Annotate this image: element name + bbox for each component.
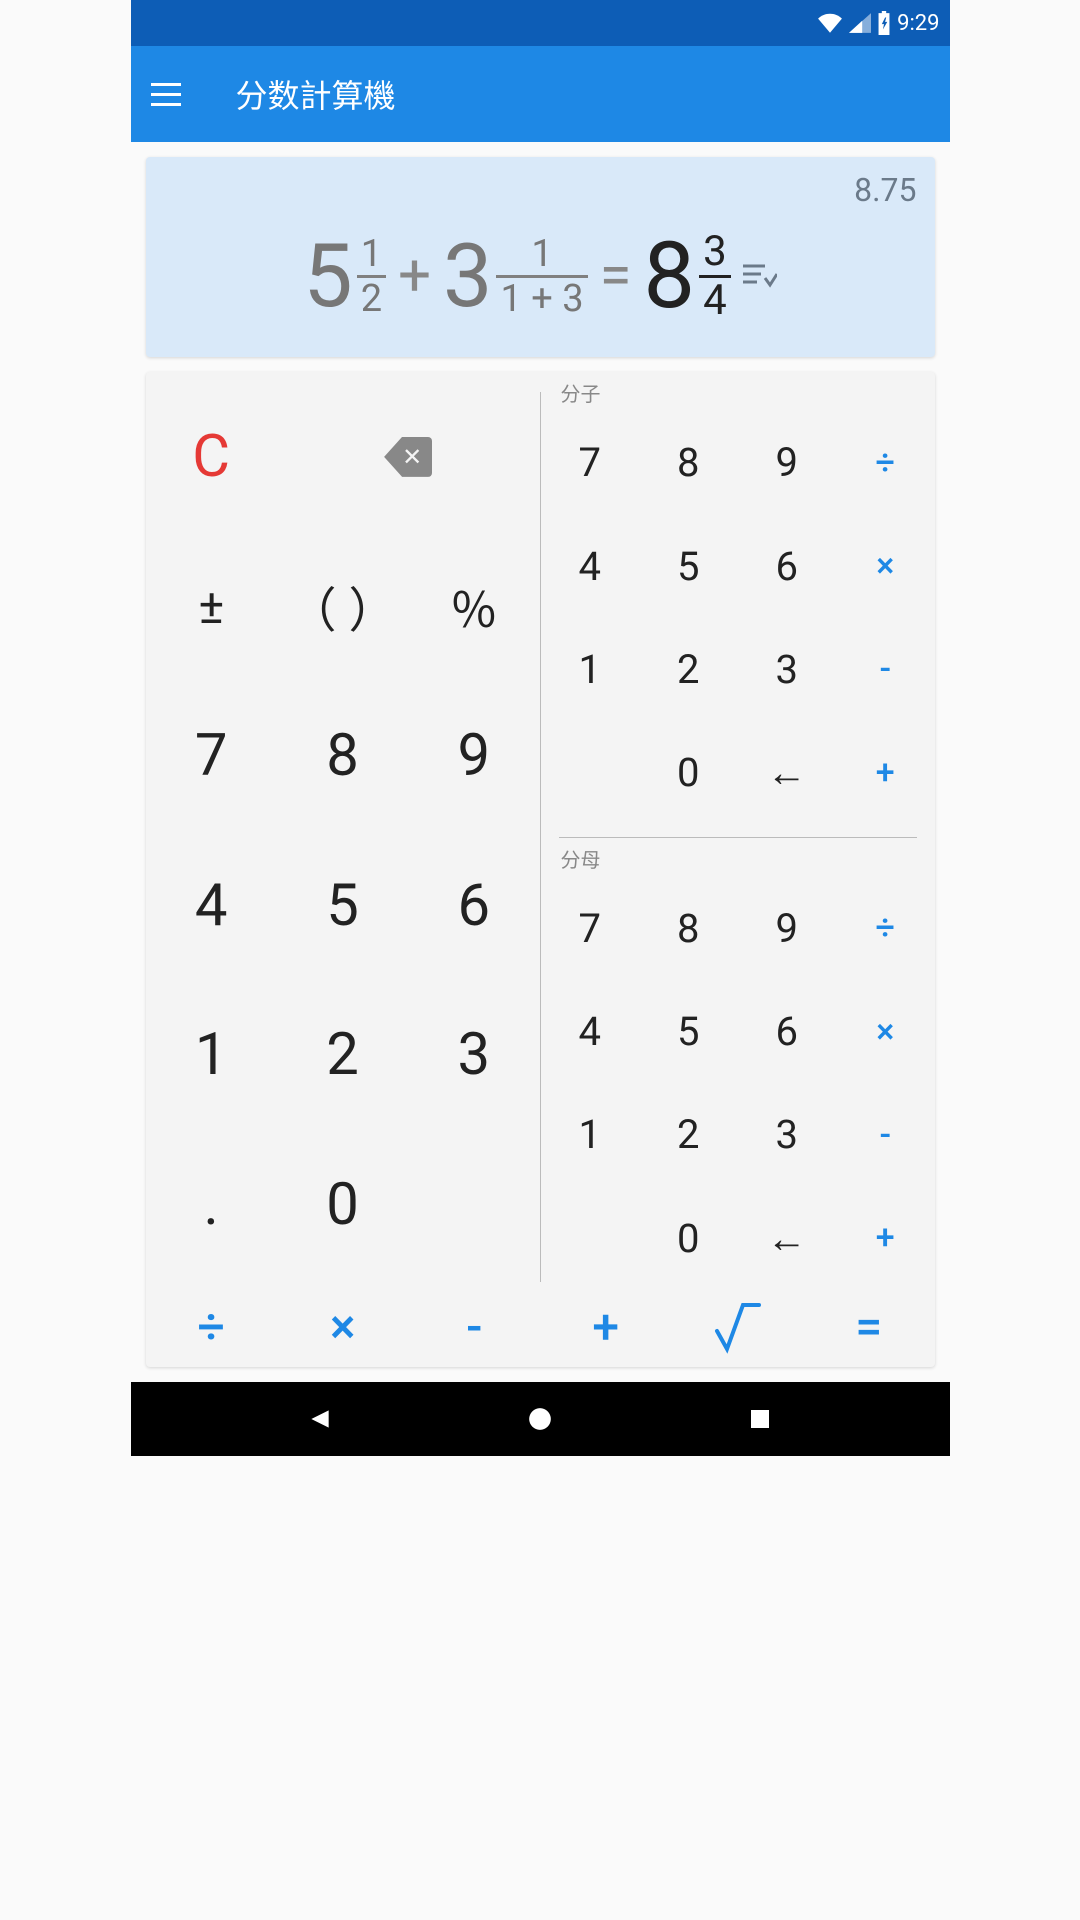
dot-button[interactable]: . xyxy=(146,1130,277,1280)
expression-row: 5 1 2 + 3 1 1 + 3 = 8 3 4 xyxy=(164,209,917,343)
seven-button[interactable]: 7 xyxy=(146,681,277,831)
den-nine-button[interactable]: 9 xyxy=(738,877,837,980)
signal-icon xyxy=(849,13,871,33)
operator-equals: = xyxy=(600,242,632,310)
nav-recent-button[interactable] xyxy=(740,1399,780,1439)
multiply-button[interactable]: × xyxy=(277,1298,409,1355)
menu-icon[interactable] xyxy=(151,83,181,106)
main-keypad: C ✕ ± （ ） ％ 7 8 9 4 5 6 1 2 3 . 0 xyxy=(146,372,540,1290)
num-zero-button[interactable]: 0 xyxy=(639,721,738,824)
denominator-pad: 分母 7 8 9 ÷ 4 5 6 × 1 2 3 - 0 ← xyxy=(541,844,935,1291)
five-button[interactable]: 5 xyxy=(277,831,408,981)
backspace-button[interactable]: ✕ xyxy=(277,382,540,532)
num-back-button[interactable]: ← xyxy=(738,721,837,824)
sqrt-button[interactable] xyxy=(672,1298,804,1355)
den-five-button[interactable]: 5 xyxy=(639,980,738,1083)
term1-whole: 5 xyxy=(303,225,352,328)
term2-whole: 3 xyxy=(443,225,492,328)
den-zero-button[interactable]: 0 xyxy=(639,1187,738,1290)
num-multiply-button[interactable]: × xyxy=(836,514,935,617)
num-seven-button[interactable]: 7 xyxy=(541,411,640,514)
num-plus-button[interactable]: + xyxy=(836,721,935,824)
denominator-label: 分母 xyxy=(541,844,935,873)
num-minus-button[interactable]: - xyxy=(836,618,935,721)
status-time: 9:29 xyxy=(897,11,939,36)
result-denominator: 4 xyxy=(699,278,731,324)
den-back-button[interactable]: ← xyxy=(738,1187,837,1290)
numerator-label: 分子 xyxy=(541,378,935,407)
paren-button[interactable]: （ ） xyxy=(277,532,408,682)
battery-icon xyxy=(877,11,891,35)
den-minus-button[interactable]: - xyxy=(836,1083,935,1186)
equals-button[interactable]: = xyxy=(803,1298,935,1355)
two-button[interactable]: 2 xyxy=(277,981,408,1131)
den-divide-button[interactable]: ÷ xyxy=(836,877,935,980)
den-seven-button[interactable]: 7 xyxy=(541,877,640,980)
divide-button[interactable]: ÷ xyxy=(146,1298,278,1355)
navigation-bar xyxy=(131,1382,950,1456)
operator-plus: + xyxy=(398,242,431,310)
nine-button[interactable]: 9 xyxy=(408,681,539,831)
num-six-button[interactable]: 6 xyxy=(738,514,837,617)
num-eight-button[interactable]: 8 xyxy=(639,411,738,514)
num-three-button[interactable]: 3 xyxy=(738,618,837,721)
operator-row: ÷ × - + = xyxy=(146,1290,935,1367)
nav-home-button[interactable] xyxy=(520,1399,560,1439)
zero-button[interactable]: 0 xyxy=(277,1130,408,1280)
num-one-button[interactable]: 1 xyxy=(541,618,640,721)
minus-button[interactable]: - xyxy=(409,1298,541,1355)
den-plus-button[interactable]: + xyxy=(836,1187,935,1290)
sign-button[interactable]: ± xyxy=(146,532,277,682)
result-numerator: 3 xyxy=(699,229,731,275)
empty-cell xyxy=(541,1187,640,1290)
fraction-divider xyxy=(559,837,917,838)
wifi-icon xyxy=(817,13,843,33)
nav-back-button[interactable] xyxy=(300,1399,340,1439)
num-two-button[interactable]: 2 xyxy=(639,618,738,721)
keypad: C ✕ ± （ ） ％ 7 8 9 4 5 6 1 2 3 . 0 分子 7 8 xyxy=(146,372,935,1367)
decimal-result: 8.75 xyxy=(164,171,917,209)
den-one-button[interactable]: 1 xyxy=(541,1083,640,1186)
num-divide-button[interactable]: ÷ xyxy=(836,411,935,514)
numerator-pad: 分子 7 8 9 ÷ 4 5 6 × 1 2 3 - 0 ← xyxy=(541,378,935,825)
app-toolbar: 分数計算機 xyxy=(131,46,950,142)
result-whole: 8 xyxy=(643,223,695,330)
term2-numerator: 1 xyxy=(527,233,556,275)
den-multiply-button[interactable]: × xyxy=(836,980,935,1083)
status-bar: 9:29 xyxy=(131,0,950,46)
empty-cell xyxy=(408,1130,539,1280)
den-three-button[interactable]: 3 xyxy=(738,1083,837,1186)
num-five-button[interactable]: 5 xyxy=(639,514,738,617)
result-term: 8 3 4 xyxy=(643,223,730,330)
steps-icon[interactable] xyxy=(743,262,777,290)
term1-numerator: 1 xyxy=(357,233,386,275)
den-six-button[interactable]: 6 xyxy=(738,980,837,1083)
fraction-keypad: 分子 7 8 9 ÷ 4 5 6 × 1 2 3 - 0 ← xyxy=(541,372,935,1290)
den-four-button[interactable]: 4 xyxy=(541,980,640,1083)
clear-button[interactable]: C xyxy=(146,382,277,532)
empty-cell xyxy=(541,721,640,824)
percent-button[interactable]: ％ xyxy=(408,532,539,682)
six-button[interactable]: 6 xyxy=(408,831,539,981)
one-button[interactable]: 1 xyxy=(146,981,277,1131)
num-nine-button[interactable]: 9 xyxy=(738,411,837,514)
den-two-button[interactable]: 2 xyxy=(639,1083,738,1186)
den-eight-button[interactable]: 8 xyxy=(639,877,738,980)
backspace-icon: ✕ xyxy=(384,437,432,477)
term1-denominator: 2 xyxy=(357,278,386,320)
expression-display: 8.75 5 1 2 + 3 1 1 + 3 = 8 3 4 xyxy=(146,157,935,357)
term-1: 5 1 2 xyxy=(303,225,386,328)
plus-button[interactable]: + xyxy=(540,1298,672,1355)
term-2: 3 1 1 + 3 xyxy=(443,225,588,328)
app-title: 分数計算機 xyxy=(236,71,396,117)
four-button[interactable]: 4 xyxy=(146,831,277,981)
eight-button[interactable]: 8 xyxy=(277,681,408,831)
term2-denominator: 1 + 3 xyxy=(496,278,587,320)
num-four-button[interactable]: 4 xyxy=(541,514,640,617)
three-button[interactable]: 3 xyxy=(408,981,539,1131)
